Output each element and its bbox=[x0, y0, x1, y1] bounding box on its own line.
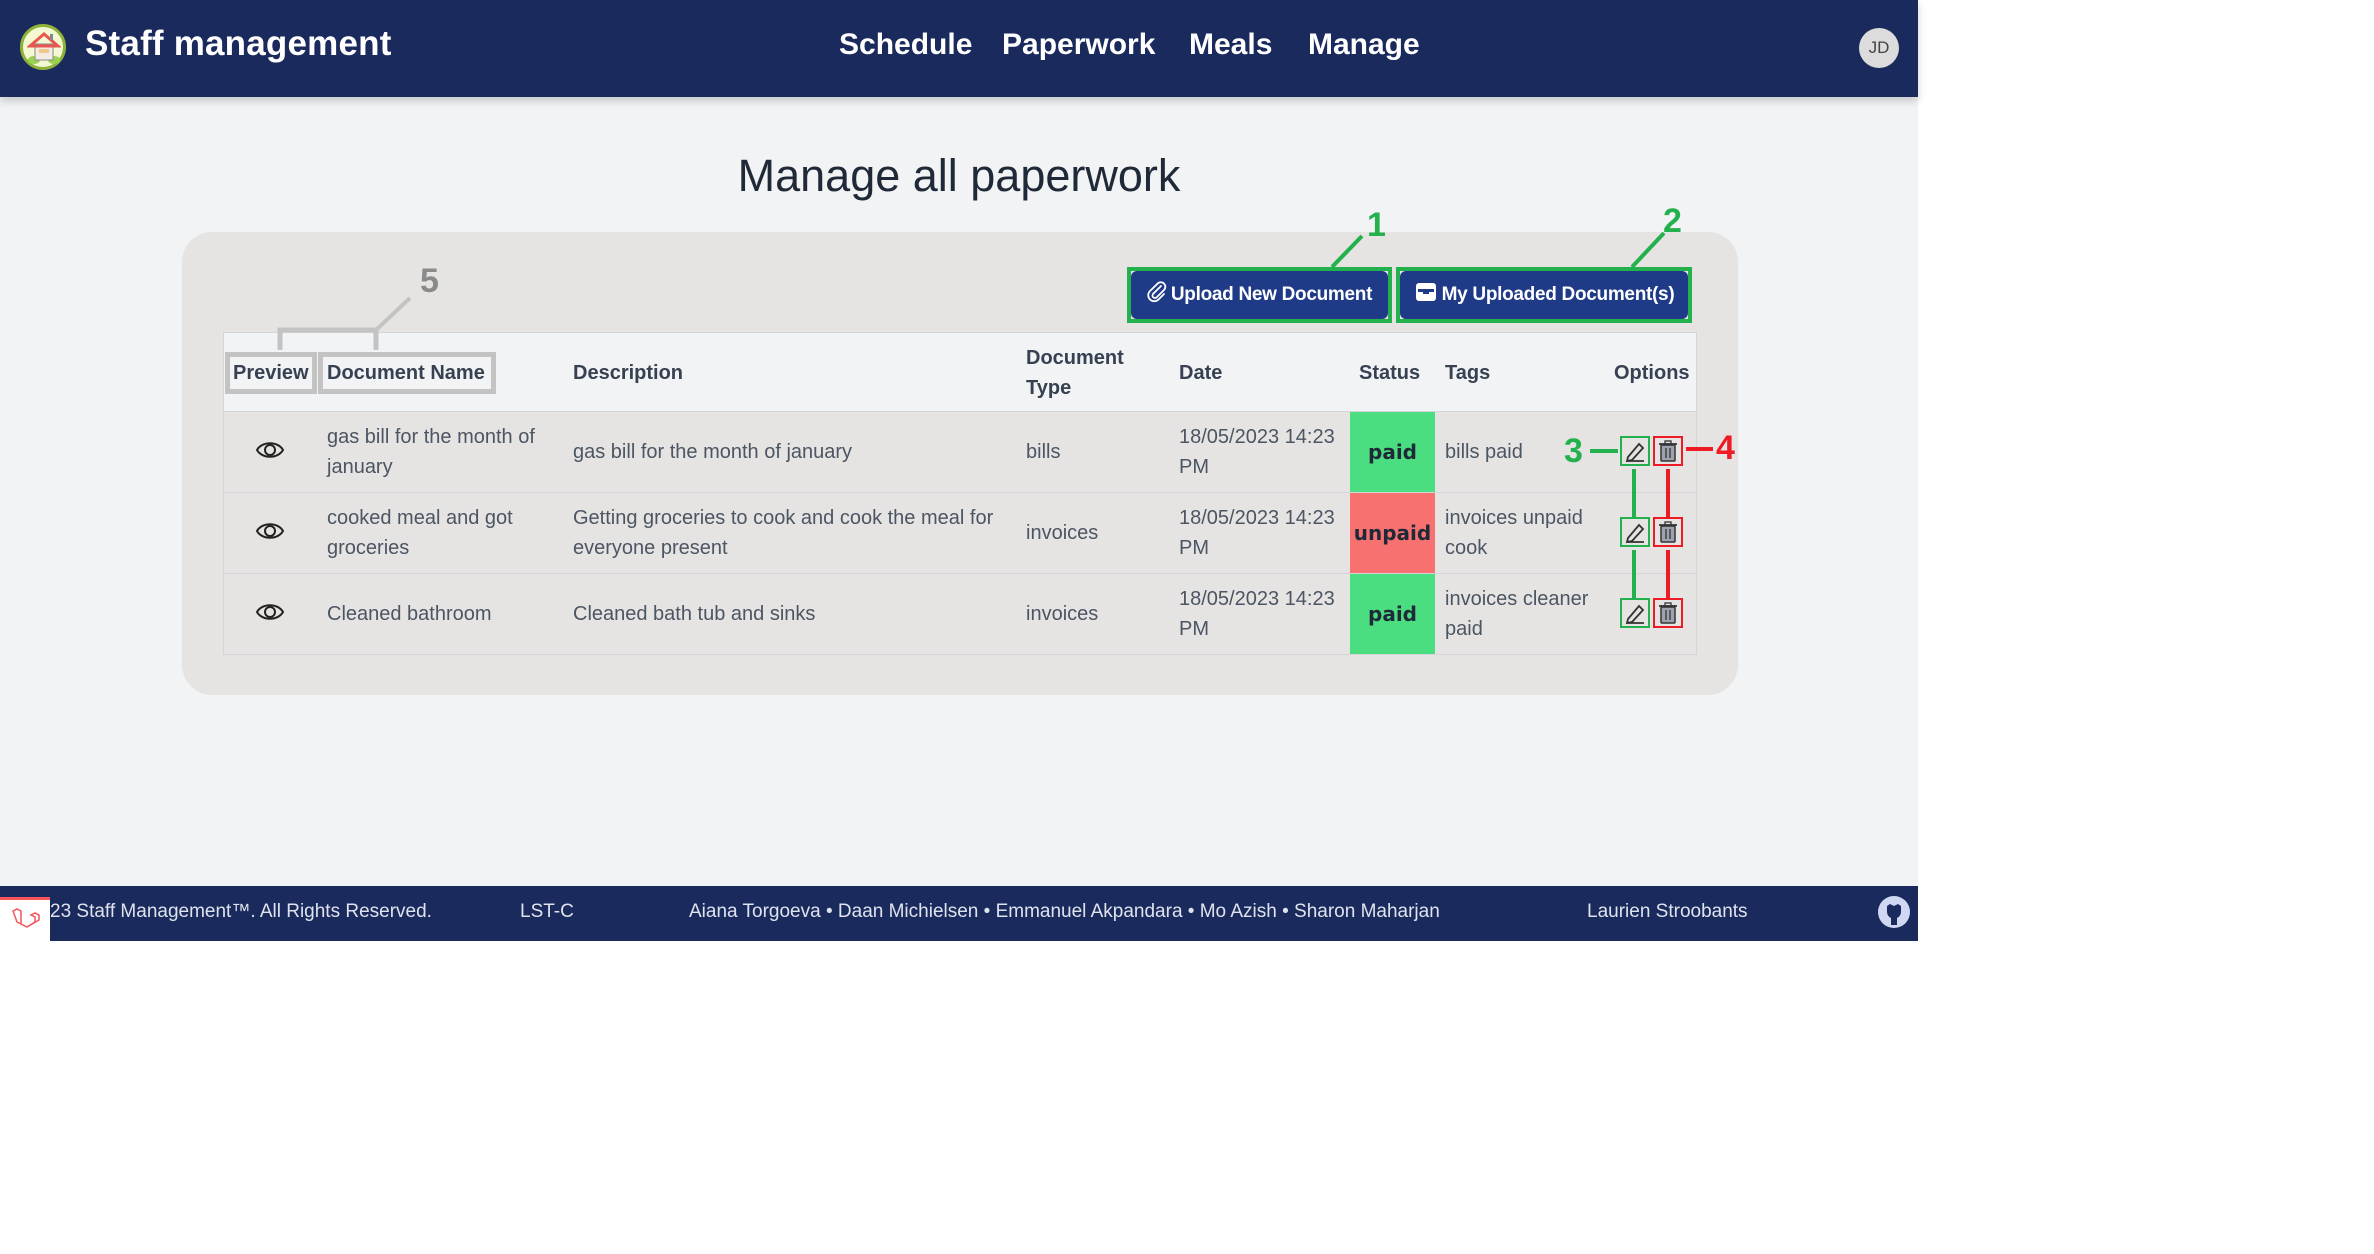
status-badge: paid bbox=[1350, 574, 1435, 654]
document-type-cell: invoices bbox=[1026, 603, 1099, 625]
table-row: cooked meal and got groceries Getting groc… bbox=[223, 493, 1697, 574]
date-cell: 18/05/2023 14:23 PM bbox=[1179, 503, 1335, 563]
tags-cell-line: invoices unpaid bbox=[1445, 507, 1583, 529]
page-title: Manage all paperwork bbox=[737, 150, 1181, 201]
footer-class-code: LST-C bbox=[520, 901, 574, 922]
edit-pencil-icon[interactable] bbox=[1618, 596, 1652, 632]
date-cell-line: PM bbox=[1179, 456, 1209, 478]
tags-cell: bills paid bbox=[1445, 437, 1523, 467]
github-icon[interactable] bbox=[1876, 894, 1912, 936]
annotation-label-1: 1 bbox=[1367, 206, 1386, 244]
document-type-cell: invoices bbox=[1026, 522, 1099, 544]
nav-paperwork[interactable]: Paperwork bbox=[1002, 28, 1155, 62]
date-cell-line: 18/05/2023 14:23 bbox=[1179, 426, 1335, 448]
table-header: Preview Document Name Description Docume… bbox=[223, 332, 1697, 412]
document-name-cell: cooked meal and got groceries bbox=[327, 503, 513, 563]
edit-pencil-icon[interactable] bbox=[1618, 434, 1652, 470]
document-name-cell-line: groceries bbox=[327, 537, 410, 559]
header-status: Status bbox=[1359, 362, 1421, 384]
my-uploaded-documents-button[interactable]: My Uploaded Document(s) bbox=[1400, 271, 1688, 319]
tags-cell-line: bills paid bbox=[1445, 441, 1523, 463]
date-cell-line: PM bbox=[1179, 537, 1209, 559]
user-avatar[interactable]: JD bbox=[1859, 28, 1899, 68]
navbar: Staff management Schedule Paperwork Meal… bbox=[0, 0, 1918, 97]
nav-manage[interactable]: Manage bbox=[1308, 28, 1420, 62]
document-name-cell: Cleaned bathroom bbox=[327, 599, 492, 629]
date-cell-line: 18/05/2023 14:23 bbox=[1179, 588, 1335, 610]
nav-meals[interactable]: Meals bbox=[1189, 28, 1272, 62]
document-name-cell: gas bill for the month of january bbox=[327, 422, 535, 482]
description-cell-line: Getting groceries to cook and cook the m… bbox=[573, 507, 994, 529]
date-cell: 18/05/2023 14:23 PM bbox=[1179, 422, 1335, 482]
laravel-debugbar-icon[interactable] bbox=[0, 897, 50, 941]
house-logo-icon[interactable] bbox=[20, 24, 66, 70]
footer-copyright: 23 Staff Management™. All Rights Reserve… bbox=[50, 901, 432, 922]
header-preview: Preview bbox=[233, 362, 309, 384]
tags-cell-line: paid bbox=[1445, 618, 1483, 640]
description-cell-line: everyone present bbox=[573, 537, 728, 559]
tags-cell: invoices cleaner paid bbox=[1445, 584, 1588, 644]
date-cell-line: PM bbox=[1179, 618, 1209, 640]
date-cell-line: 18/05/2023 14:23 bbox=[1179, 507, 1335, 529]
eye-preview-icon[interactable] bbox=[255, 519, 285, 547]
header-date: Date bbox=[1179, 362, 1223, 384]
status-badge: paid bbox=[1350, 412, 1435, 492]
table-row: gas bill for the month of january gas bill… bbox=[223, 412, 1697, 493]
annotation-label-2: 2 bbox=[1663, 202, 1682, 240]
footer: 23 Staff Management™. All Rights Reserve… bbox=[0, 886, 1918, 941]
edit-pencil-icon[interactable] bbox=[1618, 515, 1652, 551]
delete-trash-icon[interactable] bbox=[1651, 596, 1685, 632]
footer-authors: Aiana Torgoeva • Daan Michielsen • Emman… bbox=[689, 901, 1440, 922]
delete-trash-icon[interactable] bbox=[1651, 434, 1685, 470]
description-cell-line: gas bill for the month of january bbox=[573, 441, 853, 463]
document-name-cell-line: january bbox=[327, 456, 393, 478]
header-options: Options bbox=[1614, 362, 1690, 384]
my-uploaded-documents-label: My Uploaded Document(s) bbox=[1441, 284, 1675, 305]
tags-cell-line: cook bbox=[1445, 537, 1488, 559]
header-description: Description bbox=[573, 362, 684, 384]
upload-new-document-button[interactable]: Upload New Document bbox=[1131, 271, 1388, 319]
description-cell: gas bill for the month of january bbox=[573, 437, 852, 467]
header-document-type: Document Type bbox=[1026, 343, 1124, 403]
brand-title[interactable]: Staff management bbox=[85, 24, 392, 64]
description-cell-line: Cleaned bath tub and sinks bbox=[573, 603, 816, 625]
status-badge: unpaid bbox=[1350, 493, 1435, 573]
document-type-cell: bills bbox=[1026, 441, 1061, 463]
upload-new-document-label: Upload New Document bbox=[1170, 284, 1373, 305]
paperclip-icon bbox=[1147, 281, 1167, 309]
document-name-cell-line: gas bill for the month of bbox=[327, 426, 535, 448]
footer-teacher: Laurien Stroobants bbox=[1587, 901, 1748, 922]
annotation-label-3: 3 bbox=[1564, 432, 1583, 470]
annotation-label-5: 5 bbox=[420, 262, 439, 300]
tags-cell: invoices unpaid cook bbox=[1445, 503, 1583, 563]
eye-preview-icon[interactable] bbox=[255, 438, 285, 466]
date-cell: 18/05/2023 14:23 PM bbox=[1179, 584, 1335, 644]
header-document-name: Document Name bbox=[327, 362, 485, 384]
header-document-type-line1: Document bbox=[1026, 347, 1124, 369]
inbox-icon bbox=[1414, 281, 1438, 309]
header-tags: Tags bbox=[1445, 362, 1491, 384]
header-document-type-line2: Type bbox=[1026, 377, 1072, 399]
document-name-cell-line: cooked meal and got bbox=[327, 507, 513, 529]
tags-cell-line: invoices cleaner bbox=[1445, 588, 1589, 610]
description-cell: Cleaned bath tub and sinks bbox=[573, 599, 815, 629]
annotation-label-4: 4 bbox=[1716, 429, 1735, 467]
eye-preview-icon[interactable] bbox=[255, 600, 285, 628]
document-name-cell-line: Cleaned bathroom bbox=[327, 603, 492, 625]
nav-schedule[interactable]: Schedule bbox=[839, 28, 972, 62]
delete-trash-icon[interactable] bbox=[1651, 515, 1685, 551]
table-row: Cleaned bathroom Cleaned bath tub and sin… bbox=[223, 574, 1697, 655]
description-cell: Getting groceries to cook and cook the m… bbox=[573, 503, 993, 563]
